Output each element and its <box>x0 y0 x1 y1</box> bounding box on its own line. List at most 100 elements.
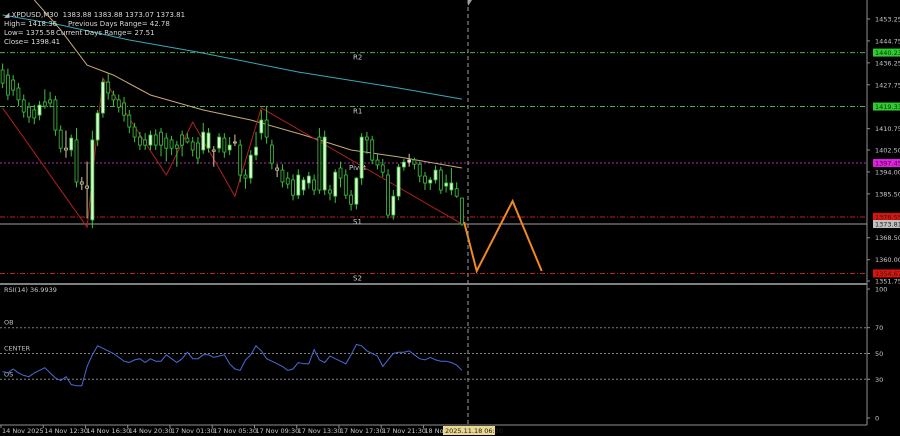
candle-body <box>338 167 343 179</box>
candle-body <box>116 99 121 108</box>
time-tick-label: 14 Nov 2025 <box>2 427 44 435</box>
forecast-path <box>463 198 543 274</box>
candle-body <box>444 182 449 187</box>
price-tick-label: 1427.75 <box>875 81 900 89</box>
candle-body <box>48 99 53 104</box>
candle-body <box>122 102 126 116</box>
rsi-tick-label: 30 <box>875 376 883 384</box>
info-prev-range: Previous Days Range= 42.78 <box>68 20 170 28</box>
symbol-timeframe: XPDUSD,M30 <box>11 11 59 19</box>
price-tick-label: 1351.75 <box>875 277 900 285</box>
time-tick-label: 17 Nov 17:30 <box>340 427 384 435</box>
candle-body <box>449 182 454 191</box>
price-tick-label: 1368.50 <box>875 234 900 242</box>
level-label-s1: S1 <box>353 218 362 226</box>
candle-body <box>349 194 353 205</box>
candle-body <box>90 139 95 221</box>
candle-body <box>401 161 406 168</box>
time-tick-label: 17 Nov 01:30 <box>171 427 215 435</box>
candle-body <box>201 131 206 151</box>
candle-body <box>343 174 348 196</box>
candle-body <box>259 119 264 134</box>
candle-body <box>106 81 111 94</box>
price-tick-label: 1410.75 <box>875 125 900 133</box>
candle-body <box>32 109 37 119</box>
candle-body <box>433 169 438 181</box>
candle-body <box>391 195 396 216</box>
candle-body <box>375 159 380 166</box>
candle-body <box>217 136 221 149</box>
rsi-tick-label: 0 <box>875 415 879 423</box>
last-ohlc: 1383.88 1383.88 1373.07 1373.81 <box>62 11 186 19</box>
candle-body <box>243 174 248 179</box>
candle-body <box>396 166 401 197</box>
rsi-level-label: CENTER <box>4 345 31 353</box>
candle-body <box>95 112 100 141</box>
candle-body <box>132 126 137 138</box>
price-tick-label: 1385.50 <box>875 190 900 198</box>
info-high: High= 1418.36 <box>4 20 58 28</box>
candle-body <box>317 136 322 191</box>
candle-body <box>407 159 412 163</box>
candle-body <box>269 144 274 164</box>
candle-body <box>190 141 195 151</box>
level-price-label: 1419.33 <box>875 103 900 111</box>
price-tick-label: 1453.25 <box>875 15 900 23</box>
rsi-tick-label: 50 <box>875 350 883 358</box>
candle-body <box>159 131 163 146</box>
candle-body <box>291 179 295 196</box>
collapse-icon[interactable]: ◢ <box>4 11 9 20</box>
candle-body <box>417 163 422 177</box>
price-tick-label: 1360.00 <box>875 256 900 264</box>
candle-body <box>85 185 89 189</box>
rsi-level-label: OS <box>4 370 13 378</box>
price-chart[interactable]: 1453.25 1444.75 1436.25 1427.75 1410.75 1402.… <box>0 0 900 436</box>
candle-body <box>354 177 359 205</box>
info-low: Low= 1375.58 <box>4 29 55 37</box>
candle-body <box>11 79 16 91</box>
candle-body <box>296 174 301 196</box>
candle-body <box>74 139 79 183</box>
candle-body <box>206 132 211 149</box>
candle-body <box>127 114 132 128</box>
candle-body <box>148 134 153 146</box>
time-tick-label: 14 Nov 20:30 <box>129 427 173 435</box>
candle-body <box>5 74 10 96</box>
candle-body <box>211 149 216 152</box>
candle-body <box>174 144 179 149</box>
candle-body <box>412 159 417 165</box>
price-tick-label: 1444.75 <box>875 37 900 45</box>
cursor-time-label: 2025.11.18 06:30 <box>445 427 503 435</box>
candle-body <box>365 136 369 141</box>
current-price-label: 1373.81 <box>875 221 900 229</box>
candle-body <box>153 134 158 146</box>
candle-body <box>79 181 84 185</box>
panel-divider[interactable] <box>0 283 867 285</box>
candle-body <box>328 189 332 194</box>
rsi-tick-label: 100 <box>875 286 887 294</box>
candle-body <box>280 169 285 183</box>
candle-body <box>143 139 148 146</box>
price-tick-label: 1436.25 <box>875 59 900 67</box>
candle-body <box>111 94 116 101</box>
candle-body <box>233 141 237 144</box>
candle-body <box>53 99 58 131</box>
period-marker-icon <box>468 0 472 6</box>
info-close: Close= 1398.41 <box>4 38 61 46</box>
candle-body <box>42 101 47 107</box>
candle-body <box>164 137 169 149</box>
candle-body <box>423 175 427 184</box>
rsi-title: RSI(14) 36.9939 <box>4 286 57 294</box>
level-price-label: 1397.45 <box>875 160 900 168</box>
time-tick-label: 17 Nov 13:30 <box>298 427 342 435</box>
price-tick-label: 1394.00 <box>875 168 900 176</box>
candle-body <box>185 137 190 143</box>
time-tick-label: 17 Nov 21:30 <box>382 427 426 435</box>
level-price-label: 1440.23 <box>875 49 900 57</box>
level-label-s2: S2 <box>353 274 362 282</box>
candle-body <box>58 129 63 149</box>
candle-body <box>333 171 338 197</box>
candle-body <box>306 175 311 184</box>
candle-body <box>180 134 185 146</box>
time-tick-label: 17 Nov 09:30 <box>255 427 299 435</box>
